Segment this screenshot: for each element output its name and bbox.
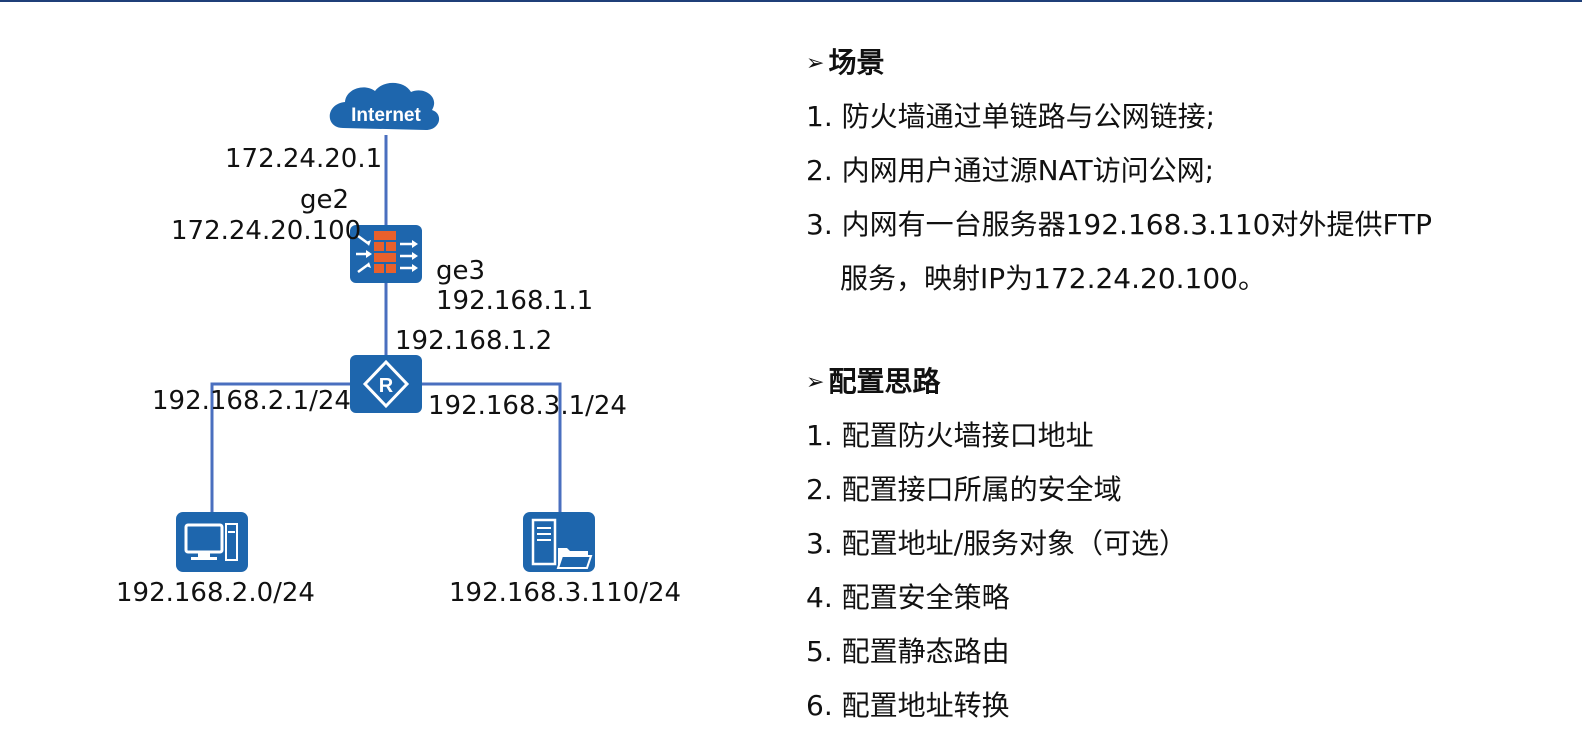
server-icon [523,512,595,572]
firewall-ge2-label: ge2 [300,185,350,215]
firewall-ge2-ip: 172.24.20.100 [171,216,362,246]
cloud-label: Internet [351,105,421,126]
router-right-ip: 192.168.3.1/24 [428,391,627,421]
internet-side-ip: 172.24.20.1 [225,144,383,174]
scenario-heading-text: 场景 [828,46,885,79]
router-left-ip: 192.168.2.1/24 [152,386,351,416]
svg-text:R: R [379,375,394,397]
config-heading: ➢ 配置思路 [806,365,940,400]
list-item-continuation: 服务，映射IP为172.24.20.100。 [840,262,1266,295]
list-item: 2. 内网用户通过源NAT访问公网; [806,154,1215,187]
router-icon: R [350,355,422,413]
server-subnet: 192.168.3.110/24 [449,578,682,608]
list-item: 1. 防火墙通过单链路与公网链接; [806,100,1216,133]
arrow-bullet-icon: ➢ [806,370,825,395]
router-uplink-ip: 192.168.1.2 [395,326,553,356]
list-item: 1. 配置防火墙接口地址 [806,419,1094,452]
firewall-ge3-label: ge3 [436,256,486,286]
scenario-list: 1. 防火墙通过单链路与公网链接; 2. 内网用户通过源NAT访问公网; 3. … [806,90,1432,306]
scenario-heading: ➢ 场景 [806,46,884,81]
firewall-ge3-ip: 192.168.1.1 [436,286,594,316]
arrow-bullet-icon: ➢ [806,51,825,76]
list-item: 3. 配置地址/服务对象（可选） [806,527,1188,560]
cloud-icon: Internet [329,82,440,130]
pc-subnet: 192.168.2.0/24 [116,578,315,608]
list-item: 4. 配置安全策略 [806,581,1010,614]
config-heading-text: 配置思路 [828,365,941,398]
config-list: 1. 配置防火墙接口地址 2. 配置接口所属的安全域 3. 配置地址/服务对象（… [806,409,1187,733]
list-item: 2. 配置接口所属的安全域 [806,473,1122,506]
list-item: 3. 内网有一台服务器192.168.3.110对外提供FTP [806,208,1433,241]
list-item: 6. 配置地址转换 [806,689,1010,722]
links [210,135,562,515]
list-item: 5. 配置静态路由 [806,635,1010,668]
pc-icon [176,512,248,572]
